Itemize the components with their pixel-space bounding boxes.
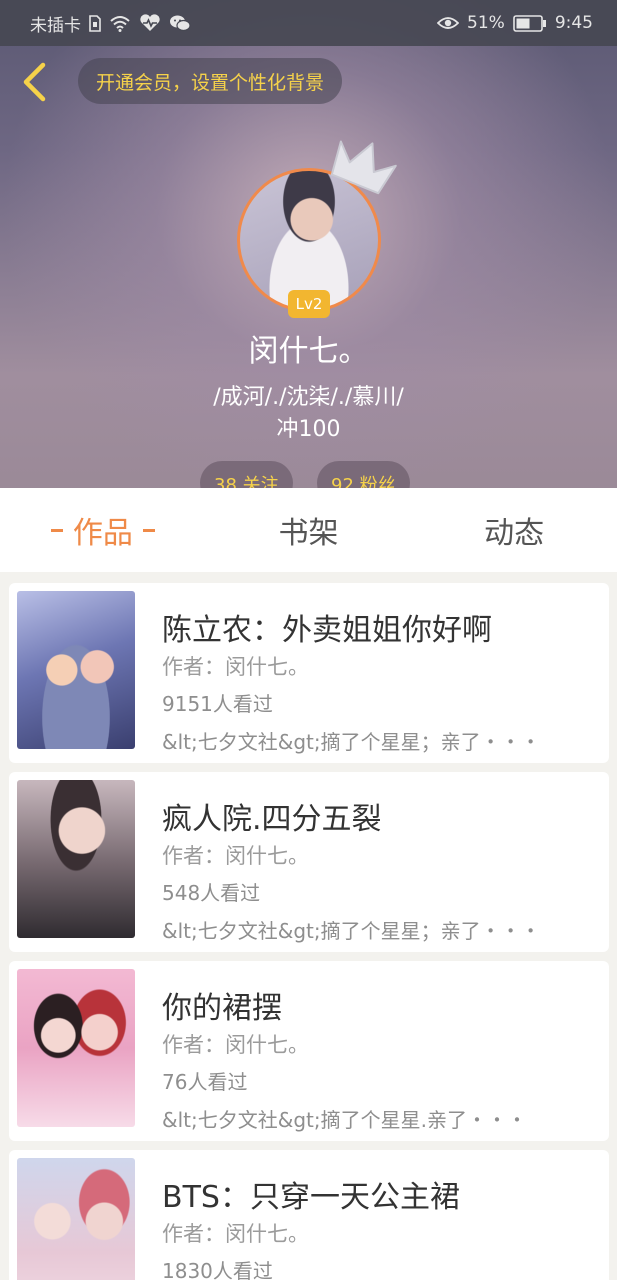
work-view-count: 9151人看过 <box>162 692 273 716</box>
sim-icon <box>89 14 101 32</box>
battery-icon <box>513 14 547 32</box>
work-author: 作者：闵什七。 <box>162 844 309 868</box>
work-cover-image <box>17 780 135 938</box>
tab-indicator-left <box>50 528 63 532</box>
work-cover-image <box>17 1158 135 1280</box>
carrier-text: 未插卡 <box>30 15 81 36</box>
tab-bookshelf-label: 书架 <box>278 516 339 551</box>
back-arrow-icon <box>23 62 46 102</box>
level-badge: Lv2 <box>288 290 330 318</box>
status-bar: 未插卡 51% 9:45 <box>0 0 617 46</box>
work-title: 你的裙摆 <box>162 991 282 1026</box>
user-signature: /成河/./沈柒/./慕川/ 冲100 <box>0 382 617 446</box>
work-description: &lt;七夕文社&gt;摘了个星星；亲了・・・ <box>162 919 541 943</box>
work-description: &lt;七夕文社&gt;摘了个星星.亲了・・・ <box>162 1108 527 1132</box>
work-view-count: 1830人看过 <box>162 1259 273 1280</box>
eye-icon <box>437 15 460 31</box>
work-card[interactable]: 疯人院.四分五裂 作者：闵什七。 548人看过 &lt;七夕文社&gt;摘了个星… <box>9 772 609 952</box>
works-list: 陈立农：外卖姐姐你好啊 作者：闵什七。 9151人看过 &lt;七夕文社&gt;… <box>9 583 609 1280</box>
vip-prompt-text: 开通会员，设置个性化背景 <box>96 71 325 94</box>
back-button[interactable] <box>14 60 54 104</box>
tab-works-label: 作品 <box>72 516 133 551</box>
work-view-count: 76人看过 <box>162 1070 248 1094</box>
work-title: 疯人院.四分五裂 <box>162 802 382 837</box>
clock: 9:45 <box>554 13 593 33</box>
wechat-icon <box>169 14 191 32</box>
heart-pulse-icon <box>139 14 161 32</box>
work-title: BTS：只穿一天公主裙 <box>162 1180 460 1215</box>
work-view-count: 548人看过 <box>162 881 261 905</box>
tab-indicator-right <box>142 528 155 532</box>
profile-header: 未插卡 51% 9:45 开通会员，设置个性化背景 Lv2 闵什七。 /成河/.… <box>0 0 617 500</box>
tab-activity-label: 动态 <box>484 516 545 551</box>
work-card[interactable]: BTS：只穿一天公主裙 作者：闵什七。 1830人看过 <box>9 1150 609 1280</box>
vip-background-prompt[interactable]: 开通会员，设置个性化背景 <box>78 58 343 104</box>
work-card[interactable]: 你的裙摆 作者：闵什七。 76人看过 &lt;七夕文社&gt;摘了个星星.亲了・… <box>9 961 609 1141</box>
work-author: 作者：闵什七。 <box>162 1222 309 1246</box>
signature-line-2: 冲100 <box>276 417 341 442</box>
work-cover-image <box>17 969 135 1127</box>
work-card[interactable]: 陈立农：外卖姐姐你好啊 作者：闵什七。 9151人看过 &lt;七夕文社&gt;… <box>9 583 609 763</box>
signature-line-1: /成河/./沈柒/./慕川/ <box>213 385 404 410</box>
tab-bookshelf[interactable]: 书架 <box>206 488 412 572</box>
work-description: &lt;七夕文社&gt;摘了个星星；亲了・・・ <box>162 730 541 754</box>
work-author: 作者：闵什七。 <box>162 1033 309 1057</box>
work-author: 作者：闵什七。 <box>162 655 309 679</box>
tab-works[interactable]: 作品 <box>0 488 206 572</box>
wifi-icon <box>109 15 131 32</box>
battery-percent: 51% <box>467 13 505 33</box>
crown-icon <box>330 140 397 195</box>
tab-activity[interactable]: 动态 <box>411 488 617 572</box>
work-cover-image <box>17 591 135 749</box>
profile-tabs: 作品 书架 动态 <box>0 488 617 572</box>
username: 闵什七。 <box>248 334 369 369</box>
work-title: 陈立农：外卖姐姐你好啊 <box>162 613 492 648</box>
